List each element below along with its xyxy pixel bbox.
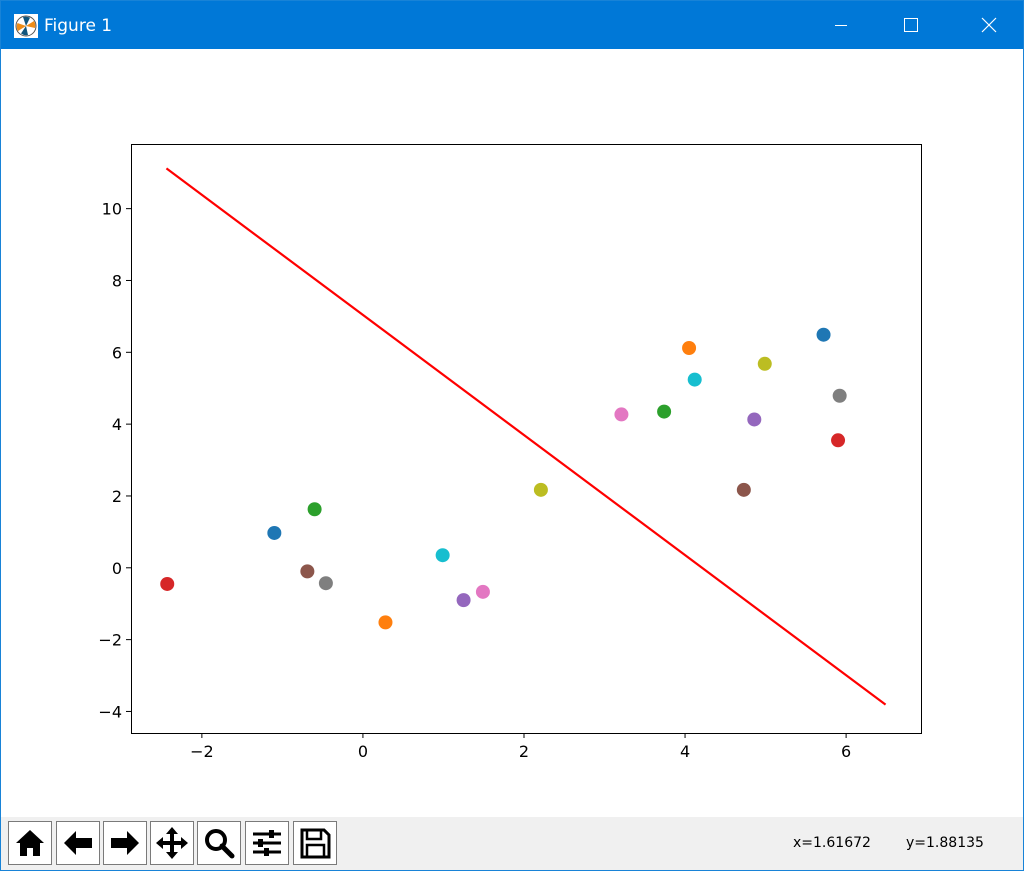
x-tick-label: 4 [680, 742, 690, 761]
scatter-point [160, 576, 175, 591]
matplotlib-logo-icon [14, 14, 38, 38]
close-button[interactable] [955, 1, 1023, 49]
figure-window: Figure 1 −2 0 2 4 6 −4 −2 0 2 4 6 8 10 x… [0, 0, 1024, 871]
x-tick-label: 6 [841, 742, 851, 761]
home-button[interactable] [8, 821, 52, 865]
y-tick-label: −4 [98, 702, 122, 721]
window-title: Figure 1 [44, 16, 113, 36]
scatter-point [533, 482, 548, 497]
back-arrow-icon [64, 831, 92, 855]
y-tick-label: 0 [112, 559, 122, 578]
figure-canvas[interactable]: −2 0 2 4 6 −4 −2 0 2 4 6 8 10 [1, 49, 1023, 817]
save-icon [300, 828, 331, 859]
pan-button[interactable] [150, 821, 194, 865]
scatter-point [614, 407, 629, 422]
home-icon [16, 830, 44, 856]
scatter-chart: −2 0 2 4 6 −4 −2 0 2 4 6 8 10 [98, 144, 922, 761]
configure-subplots-icon [253, 830, 281, 856]
save-button[interactable] [293, 821, 337, 865]
scatter-point [435, 548, 450, 563]
forward-arrow-icon [111, 831, 139, 855]
y-tick-label: 8 [112, 271, 122, 290]
title-bar[interactable]: Figure 1 [1, 1, 1023, 49]
maximize-icon [904, 18, 918, 32]
x-tick-label: 0 [358, 742, 368, 761]
scatter-point [736, 482, 751, 497]
navigation-toolbar: x=1.61672 y=1.88135 [1, 817, 1023, 870]
back-button[interactable] [56, 821, 100, 865]
x-tick-label: 2 [519, 742, 529, 761]
pan-icon [156, 827, 188, 859]
scatter-point [300, 564, 315, 579]
scatter-point [682, 340, 697, 355]
scatter-point [475, 584, 490, 599]
scatter-point [318, 576, 333, 591]
minimize-button[interactable] [807, 1, 875, 49]
scatter-point [378, 615, 393, 630]
forward-button[interactable] [103, 821, 147, 865]
zoom-button[interactable] [197, 821, 241, 865]
scatter-point [267, 525, 282, 540]
scatter-point [832, 388, 847, 403]
x-tick-label: −2 [190, 742, 214, 761]
scatter-point [831, 433, 846, 448]
y-tick-label: 2 [112, 487, 122, 506]
x-coordinate-readout: x=1.61672 [793, 835, 871, 851]
minimize-icon [835, 25, 847, 26]
y-tick-label: 6 [112, 343, 122, 362]
y-tick-label: 10 [102, 200, 122, 219]
scatter-point [747, 412, 762, 427]
scatter-point [456, 593, 471, 608]
close-icon [981, 17, 997, 33]
maximize-button[interactable] [877, 1, 945, 49]
scatter-point [307, 502, 322, 517]
scatter-point [687, 372, 702, 387]
scatter-point [757, 356, 772, 371]
scatter-point [816, 327, 831, 342]
zoom-icon [205, 829, 235, 859]
y-tick-label: −2 [98, 631, 122, 650]
y-tick-label: 4 [112, 415, 122, 434]
scatter-point [657, 404, 672, 419]
axes-frame [131, 144, 922, 734]
configure-subplots-button[interactable] [245, 821, 289, 865]
y-coordinate-readout: y=1.88135 [906, 835, 984, 851]
